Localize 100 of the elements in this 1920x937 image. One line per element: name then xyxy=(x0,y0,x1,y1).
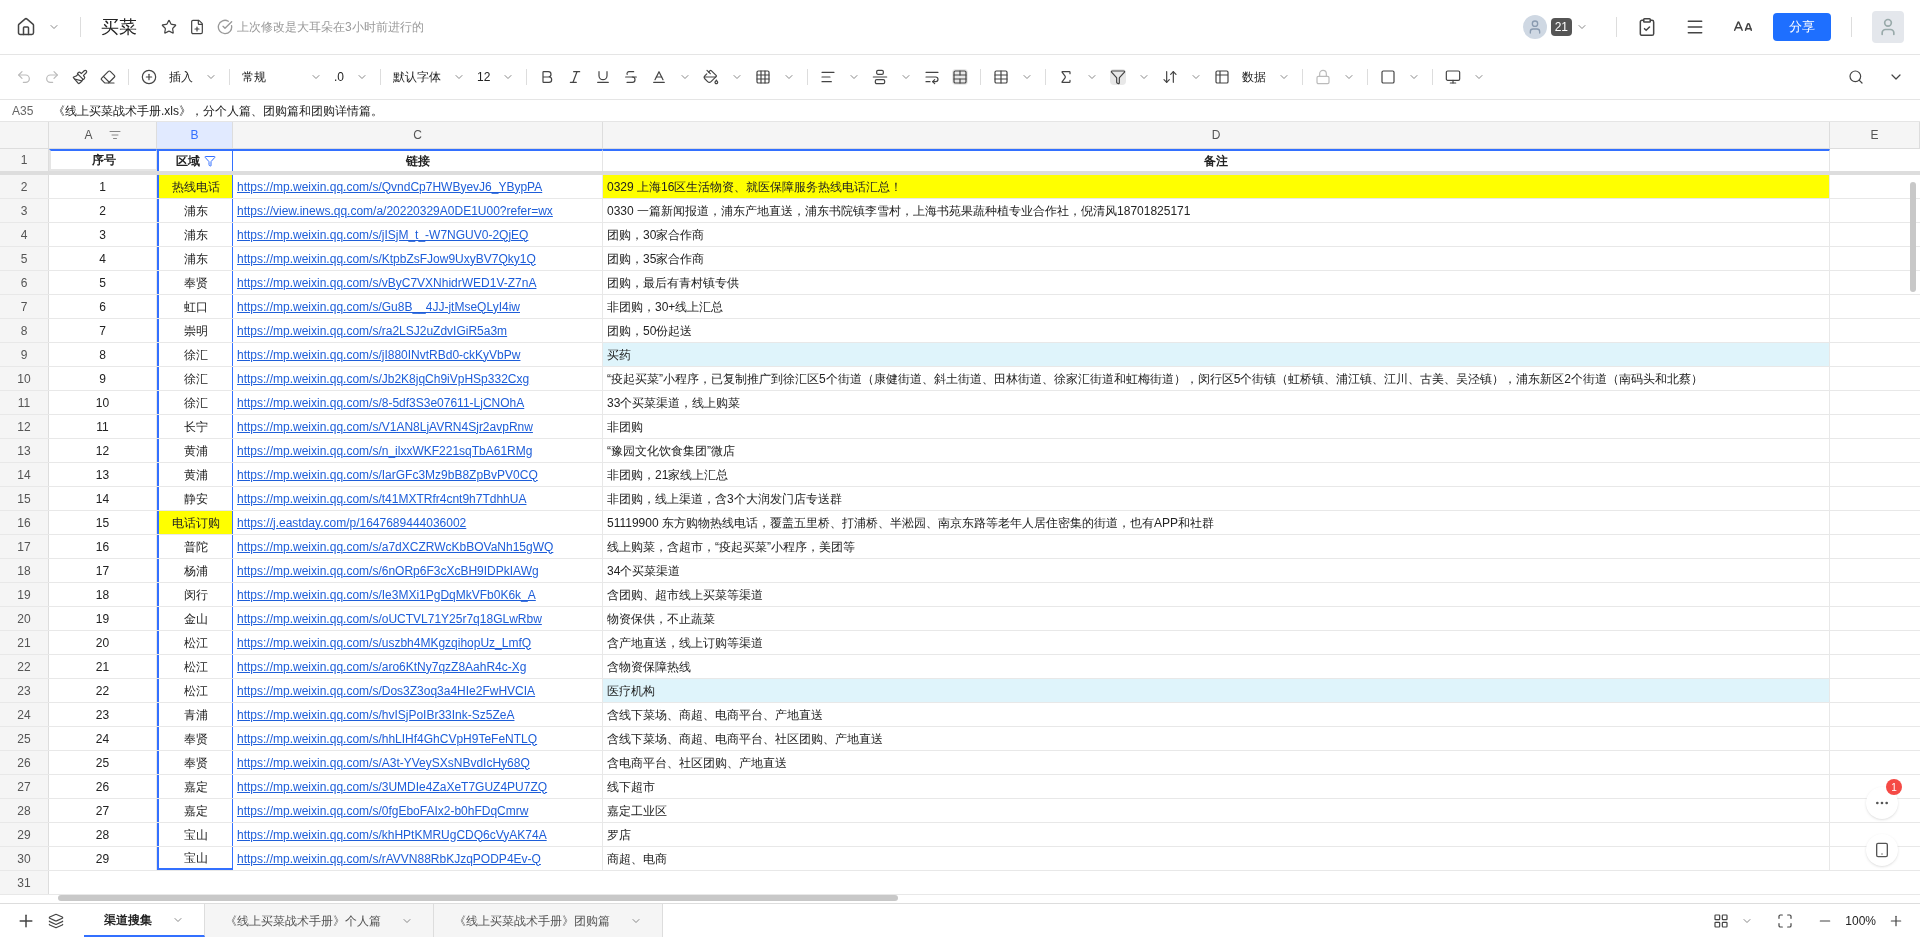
column-header[interactable]: C xyxy=(233,122,603,148)
link[interactable]: https://mp.weixin.qq.com/s/3UMDIe4ZaXeT7GUZ4PU7ZQ xyxy=(237,777,548,796)
link[interactable]: https://mp.weixin.qq.com/s/hhLIHf4GhCVpH9TeFeNTLQ xyxy=(237,729,538,748)
link[interactable]: https://mp.weixin.qq.com/s/KtpbZsFJow9UxyBV7Qky1Q xyxy=(237,249,536,268)
link[interactable]: https://mp.weixin.qq.com/s/6nORp6F3cXcBH9IDPkIAWg xyxy=(237,561,539,580)
table-cell: 徐汇 xyxy=(157,367,233,390)
link[interactable]: https://j.eastday.com/p/1647689444036002 xyxy=(237,513,467,532)
link[interactable]: https://mp.weixin.qq.com/s/IarGFc3Mz9bB8ZpBvPV0CQ xyxy=(237,465,538,484)
table-cell: 3 xyxy=(49,223,157,246)
format-painter-icon[interactable] xyxy=(72,69,88,85)
table-cell: 28 xyxy=(49,823,157,846)
menu-icon[interactable] xyxy=(1685,17,1705,37)
cell-reference: A35 xyxy=(11,102,35,120)
font-select[interactable]: 默认字体 xyxy=(393,68,441,86)
link[interactable]: https://mp.weixin.qq.com/s/jI880INvtRBd0-ckKyVbPw xyxy=(237,345,521,364)
link[interactable]: https://mp.weixin.qq.com/s/Gu8B__4JJ-jtMseQLyI4iw xyxy=(237,297,520,316)
tablet-icon[interactable] xyxy=(1874,842,1890,858)
data-menu[interactable]: 数据 xyxy=(1242,68,1267,86)
tablet-button[interactable] xyxy=(1866,834,1898,866)
link[interactable]: https://mp.weixin.qq.com/s/rAVVN88RbKJzqPODP4Ev-Q xyxy=(237,849,541,868)
link[interactable]: https://mp.weixin.qq.com/s/oUCTVL71Y25r7q18GLwRbw xyxy=(237,609,542,628)
sort-icon[interactable] xyxy=(1162,69,1179,85)
fullscreen-icon[interactable] xyxy=(1777,912,1794,929)
table-cell: 宝山 xyxy=(157,847,233,870)
link[interactable]: https://mp.weixin.qq.com/s/vByC7VXNhidrWED1V-Z7nA xyxy=(237,273,537,292)
link[interactable]: https://mp.weixin.qq.com/s/aro6KtNy7qzZ8AahR4c-Xg xyxy=(237,657,527,676)
merge-cells-icon[interactable] xyxy=(952,69,969,85)
zoom-level: 100% xyxy=(1845,912,1876,930)
link[interactable]: https://mp.weixin.qq.com/s/Ie3MXi1PgDqMkVFb0K6k_A xyxy=(237,585,536,604)
table-cell: 青浦 xyxy=(157,703,233,726)
link[interactable]: https://view.inews.qq.com/a/20220329A0DE1U00?refer=wx xyxy=(237,201,553,220)
vertical-scrollbar[interactable] xyxy=(1910,182,1916,292)
list-filter-icon[interactable] xyxy=(108,129,121,141)
sheet-tab[interactable]: 渠道搜集 xyxy=(84,904,205,937)
eraser-icon[interactable] xyxy=(100,69,116,85)
search-icon[interactable] xyxy=(1848,69,1864,85)
row-number: 11 xyxy=(0,391,49,414)
avatar[interactable] xyxy=(1522,15,1547,39)
row-number: 23 xyxy=(0,679,49,702)
borders-icon[interactable] xyxy=(755,69,772,85)
link[interactable]: https://mp.weixin.qq.com/s/hvISjPoIBr33Ink-Sz5ZeA xyxy=(237,705,515,724)
row-number: 3 xyxy=(0,199,49,222)
strikethrough-icon[interactable] xyxy=(623,69,640,85)
column-header[interactable]: B xyxy=(157,122,233,148)
layers-icon[interactable] xyxy=(48,912,64,929)
table-cell: 含产地直送，线上订购等渠道 xyxy=(603,631,1830,654)
insert-menu[interactable]: 插入 xyxy=(169,68,193,86)
vertical-align-icon[interactable] xyxy=(872,69,889,85)
font-size-select[interactable]: 12 xyxy=(477,68,491,86)
table-cell: 13 xyxy=(49,463,157,486)
align-left-icon[interactable] xyxy=(820,69,837,85)
plus-circle-icon[interactable] xyxy=(141,69,157,85)
link[interactable]: https://mp.weixin.qq.com/s/Jb2K8jqCh9iVpHSp332Cxg xyxy=(237,369,530,388)
font-color-icon[interactable] xyxy=(651,69,668,85)
profile-avatar[interactable] xyxy=(1872,11,1904,43)
column-header[interactable]: D xyxy=(603,122,1830,148)
wrap-text-icon[interactable] xyxy=(924,69,941,85)
table-cell: 金山 xyxy=(157,607,233,630)
table-cell: 黄浦 xyxy=(157,439,233,462)
underline-icon[interactable] xyxy=(595,69,612,85)
table-icon[interactable] xyxy=(993,69,1010,85)
link[interactable]: https://mp.weixin.qq.com/s/V1AN8LjAVRN4Sjr2avpRnw xyxy=(237,417,533,436)
link[interactable]: https://mp.weixin.qq.com/s/a7dXCZRWcKbBOVaNh15gWQ xyxy=(237,537,554,556)
link[interactable]: https://mp.weixin.qq.com/s/n_ilxxWKF221sqTbA61RMg xyxy=(237,441,533,460)
sheet-tab[interactable]: 《线上买菜战术手册》团购篇 xyxy=(434,904,663,937)
link[interactable]: https://mp.weixin.qq.com/s/QvndCp7HWByevJ6_YBypPA xyxy=(237,177,543,196)
monitor-icon[interactable] xyxy=(1445,69,1462,85)
decimal-button[interactable]: .0 xyxy=(334,68,344,86)
fill-color-icon[interactable] xyxy=(703,69,720,85)
link[interactable]: https://mp.weixin.qq.com/s/uszbh4MKgzqihopUz_LmfQ xyxy=(237,633,532,652)
link[interactable]: https://mp.weixin.qq.com/s/Dos3Z3oq3a4HIe2FwHVCIA xyxy=(237,681,536,700)
link[interactable]: https://mp.weixin.qq.com/s/0fgEboFAIx2-b0hFDqCmrw xyxy=(237,801,529,820)
star-icon[interactable] xyxy=(161,19,177,35)
sheet-tab[interactable]: 《线上买菜战术手册》个人篇 xyxy=(205,904,434,937)
home-icon[interactable] xyxy=(16,17,36,37)
table-cell: 19 xyxy=(49,607,157,630)
clipboard-check-icon[interactable] xyxy=(1637,17,1657,37)
link[interactable]: https://mp.weixin.qq.com/s/ra2LSJ2uZdvIGiR5a3m xyxy=(237,321,508,340)
square-icon[interactable] xyxy=(1380,69,1397,85)
horizontal-scrollbar[interactable] xyxy=(58,895,898,901)
link[interactable]: https://mp.weixin.qq.com/s/8-5df3S3e07611-LjCNOhA xyxy=(237,393,525,412)
table-cell: 0329 上海16区生活物资、就医保障服务热线电话汇总！ xyxy=(603,175,1830,198)
filter-icon[interactable] xyxy=(203,155,216,167)
number-format-select[interactable]: 常规 xyxy=(242,68,298,86)
link[interactable]: https://mp.weixin.qq.com/s/t41MXTRfr4cnt9h7TdhhUA xyxy=(237,489,527,508)
share-button[interactable]: 分享 xyxy=(1773,13,1831,41)
row-number: 26 xyxy=(0,751,49,774)
filter-icon[interactable] xyxy=(1110,69,1127,85)
data-icon[interactable] xyxy=(1214,69,1231,85)
table-cell: “豫园文化饮食集团”微店 xyxy=(603,439,1830,462)
column-header[interactable]: E xyxy=(1830,122,1920,148)
table-cell: 杨浦 xyxy=(157,559,233,582)
table-cell: 黄浦 xyxy=(157,463,233,486)
link[interactable]: https://mp.weixin.qq.com/s/khHPtKMRUgCDQ6cVyAK74A xyxy=(237,825,547,844)
row-number: 15 xyxy=(0,487,49,510)
link[interactable]: https://mp.weixin.qq.com/s/A3t-YVeySXsNBvdIcHy68Q xyxy=(237,753,530,772)
grid-view-icon[interactable] xyxy=(1713,912,1730,929)
file-plus-icon[interactable] xyxy=(189,19,205,35)
table-cell: 含电商平台、社区团购、产地直送 xyxy=(603,751,1830,774)
link[interactable]: https://mp.weixin.qq.com/s/jISjM_t_-W7NGUV0-2QjEQ xyxy=(237,225,529,244)
